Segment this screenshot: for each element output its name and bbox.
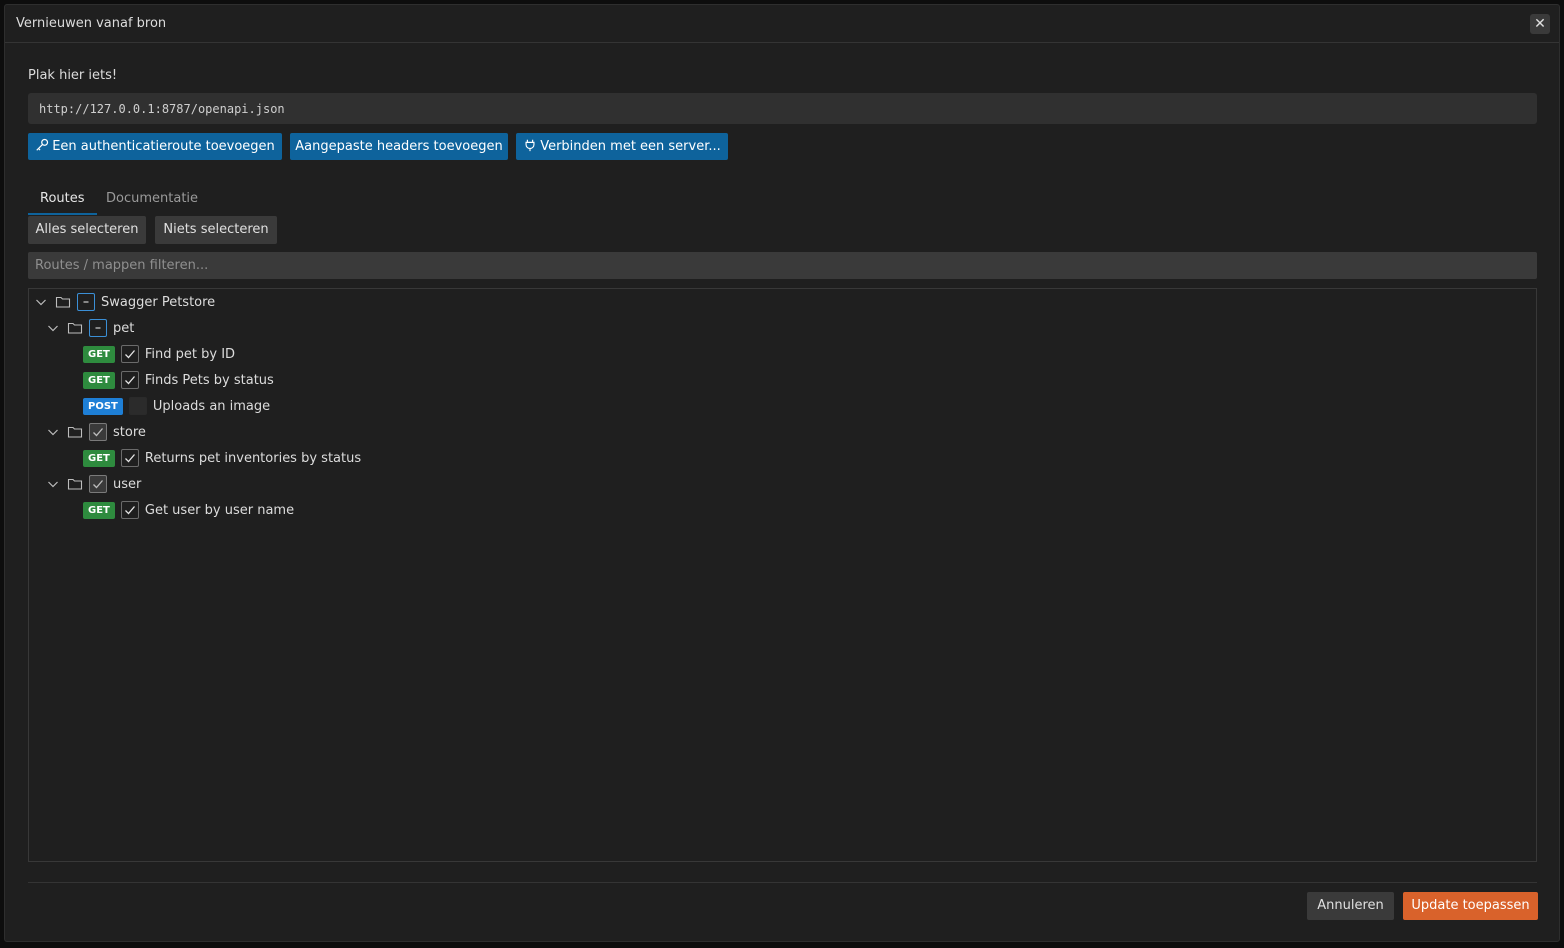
add-auth-route-label: Een authenticatieroute toevoegen	[52, 139, 275, 154]
chevron-down-icon[interactable]	[33, 294, 49, 310]
partial-check-icon	[83, 301, 89, 303]
source-input-label: Plak hier iets!	[28, 68, 118, 83]
tree-folder-label: user	[113, 476, 142, 492]
cancel-button[interactable]: Annuleren	[1307, 892, 1394, 920]
route-row[interactable]: POST Uploads an image	[83, 393, 270, 419]
method-badge: GET	[83, 449, 115, 467]
folder-checkbox[interactable]	[89, 319, 107, 337]
folder-checkbox[interactable]	[89, 423, 107, 441]
tree-root-label: Swagger Petstore	[101, 294, 216, 310]
add-custom-headers-label: Aangepaste headers toevoegen	[295, 139, 503, 154]
checkmark-icon	[124, 506, 135, 515]
refresh-from-source-dialog: Vernieuwen vanaf bron ✕ Plak hier iets! …	[4, 4, 1560, 942]
tree-folder-row[interactable]: store	[45, 419, 146, 445]
select-all-button[interactable]: Alles selecteren	[28, 216, 146, 244]
folder-icon	[67, 322, 83, 334]
partial-check-icon	[95, 327, 101, 329]
add-custom-headers-button[interactable]: Aangepaste headers toevoegen	[290, 133, 508, 160]
chevron-down-icon[interactable]	[45, 424, 61, 440]
method-badge: GET	[83, 345, 115, 363]
method-badge: POST	[83, 397, 123, 415]
tree-folder-label: store	[113, 424, 146, 440]
connect-server-label: Verbinden met een server...	[540, 139, 721, 154]
method-badge: GET	[83, 501, 115, 519]
select-none-button[interactable]: Niets selecteren	[155, 216, 277, 244]
tree-folder-row[interactable]: pet	[45, 315, 134, 341]
checkmark-icon	[93, 480, 103, 489]
tree-folder-row[interactable]: user	[45, 471, 141, 497]
dialog-titlebar: Vernieuwen vanaf bron ✕	[5, 5, 1559, 43]
route-row[interactable]: GET Returns pet inventories by status	[83, 445, 361, 471]
chevron-down-icon[interactable]	[45, 320, 61, 336]
add-auth-route-button[interactable]: Een authenticatieroute toevoegen	[28, 133, 282, 160]
route-filter-input[interactable]	[28, 252, 1537, 279]
tree-root-row[interactable]: Swagger Petstore	[33, 289, 215, 315]
route-row[interactable]: GET Finds Pets by status	[83, 367, 274, 393]
route-checkbox[interactable]	[120, 345, 139, 363]
route-row[interactable]: GET Find pet by ID	[83, 341, 235, 367]
route-checkbox[interactable]	[120, 371, 139, 389]
tree-folder-label: pet	[113, 320, 135, 336]
plug-icon	[525, 139, 535, 152]
checkmark-icon	[93, 428, 103, 437]
method-badge: GET	[83, 371, 115, 389]
close-icon: ✕	[1534, 16, 1546, 32]
route-label: Find pet by ID	[144, 346, 236, 362]
dialog-title: Vernieuwen vanaf bron	[16, 16, 167, 31]
root-checkbox[interactable]	[77, 293, 95, 311]
key-icon	[36, 138, 49, 151]
tab-documentation[interactable]: Documentatie	[94, 185, 210, 213]
close-button[interactable]: ✕	[1530, 14, 1550, 34]
connect-server-button[interactable]: Verbinden met een server...	[516, 133, 728, 160]
apply-update-button[interactable]: Update toepassen	[1403, 892, 1538, 920]
route-label: Returns pet inventories by status	[144, 450, 362, 466]
source-url-input[interactable]	[28, 93, 1537, 124]
folder-icon	[67, 478, 83, 490]
checkmark-icon	[124, 376, 135, 385]
chevron-down-icon[interactable]	[45, 476, 61, 492]
tab-routes[interactable]: Routes	[28, 185, 97, 215]
folder-icon	[67, 426, 83, 438]
folder-checkbox[interactable]	[89, 475, 107, 493]
route-checkbox[interactable]	[128, 397, 147, 415]
route-label: Get user by user name	[144, 502, 295, 518]
footer-divider	[28, 882, 1537, 883]
checkmark-icon	[124, 454, 135, 463]
route-row[interactable]: GET Get user by user name	[83, 497, 294, 523]
folder-icon	[55, 296, 71, 308]
route-tree: Swagger Petstore pet GET Find pet by ID …	[28, 288, 1537, 862]
route-label: Uploads an image	[152, 398, 271, 414]
route-checkbox[interactable]	[120, 449, 139, 467]
route-label: Finds Pets by status	[144, 372, 274, 388]
checkmark-icon	[124, 350, 135, 359]
route-checkbox[interactable]	[120, 501, 139, 519]
